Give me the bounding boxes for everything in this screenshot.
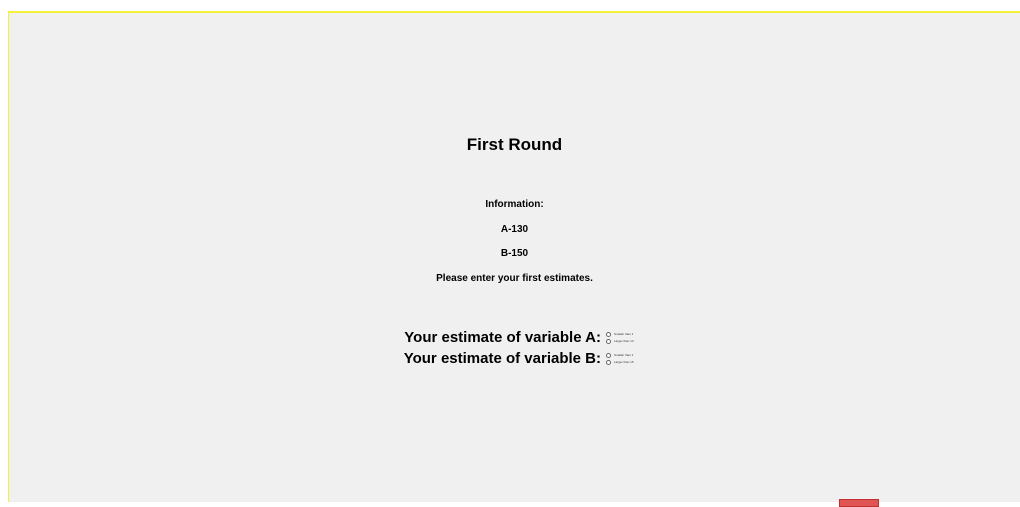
information-heading: Information: bbox=[485, 199, 544, 210]
estimate-row-b: Your estimate of variable B: Smaller tha… bbox=[9, 350, 1020, 370]
option-label: Smaller than 1 bbox=[614, 352, 634, 357]
estimate-row-a: Your estimate of variable A: Smaller tha… bbox=[9, 329, 1020, 349]
radio-button[interactable] bbox=[606, 359, 611, 365]
option-label: Smaller than 1 bbox=[614, 331, 634, 336]
estimate-b-options: Smaller than 1 Larger than 15 bbox=[606, 352, 666, 366]
instruction-text: Please enter your first estimates. bbox=[436, 273, 593, 284]
option-label: Larger than 15 bbox=[614, 359, 634, 364]
estimate-b-option-smaller[interactable]: Smaller than 1 bbox=[606, 352, 666, 358]
option-label: Larger than 13 bbox=[614, 338, 634, 343]
info-variable-b: B-150 bbox=[500, 248, 529, 259]
radio-button[interactable] bbox=[606, 338, 611, 344]
estimate-a-label: Your estimate of variable A: bbox=[404, 329, 601, 346]
radio-button[interactable] bbox=[606, 331, 611, 337]
radio-button[interactable] bbox=[606, 352, 611, 358]
estimate-a-option-larger[interactable]: Larger than 13 bbox=[606, 338, 666, 344]
estimate-a-options: Smaller than 1 Larger than 13 bbox=[606, 331, 666, 345]
estimate-a-option-smaller[interactable]: Smaller than 1 bbox=[606, 331, 666, 337]
round-title: First Round bbox=[466, 135, 563, 154]
estimate-b-label: Your estimate of variable B: bbox=[403, 350, 601, 367]
submit-button[interactable] bbox=[839, 499, 879, 507]
experiment-panel: First Round Information: A-130 B-150 Ple… bbox=[8, 11, 1020, 507]
estimate-b-option-larger[interactable]: Larger than 15 bbox=[606, 359, 666, 365]
info-variable-a: A-130 bbox=[500, 224, 529, 235]
